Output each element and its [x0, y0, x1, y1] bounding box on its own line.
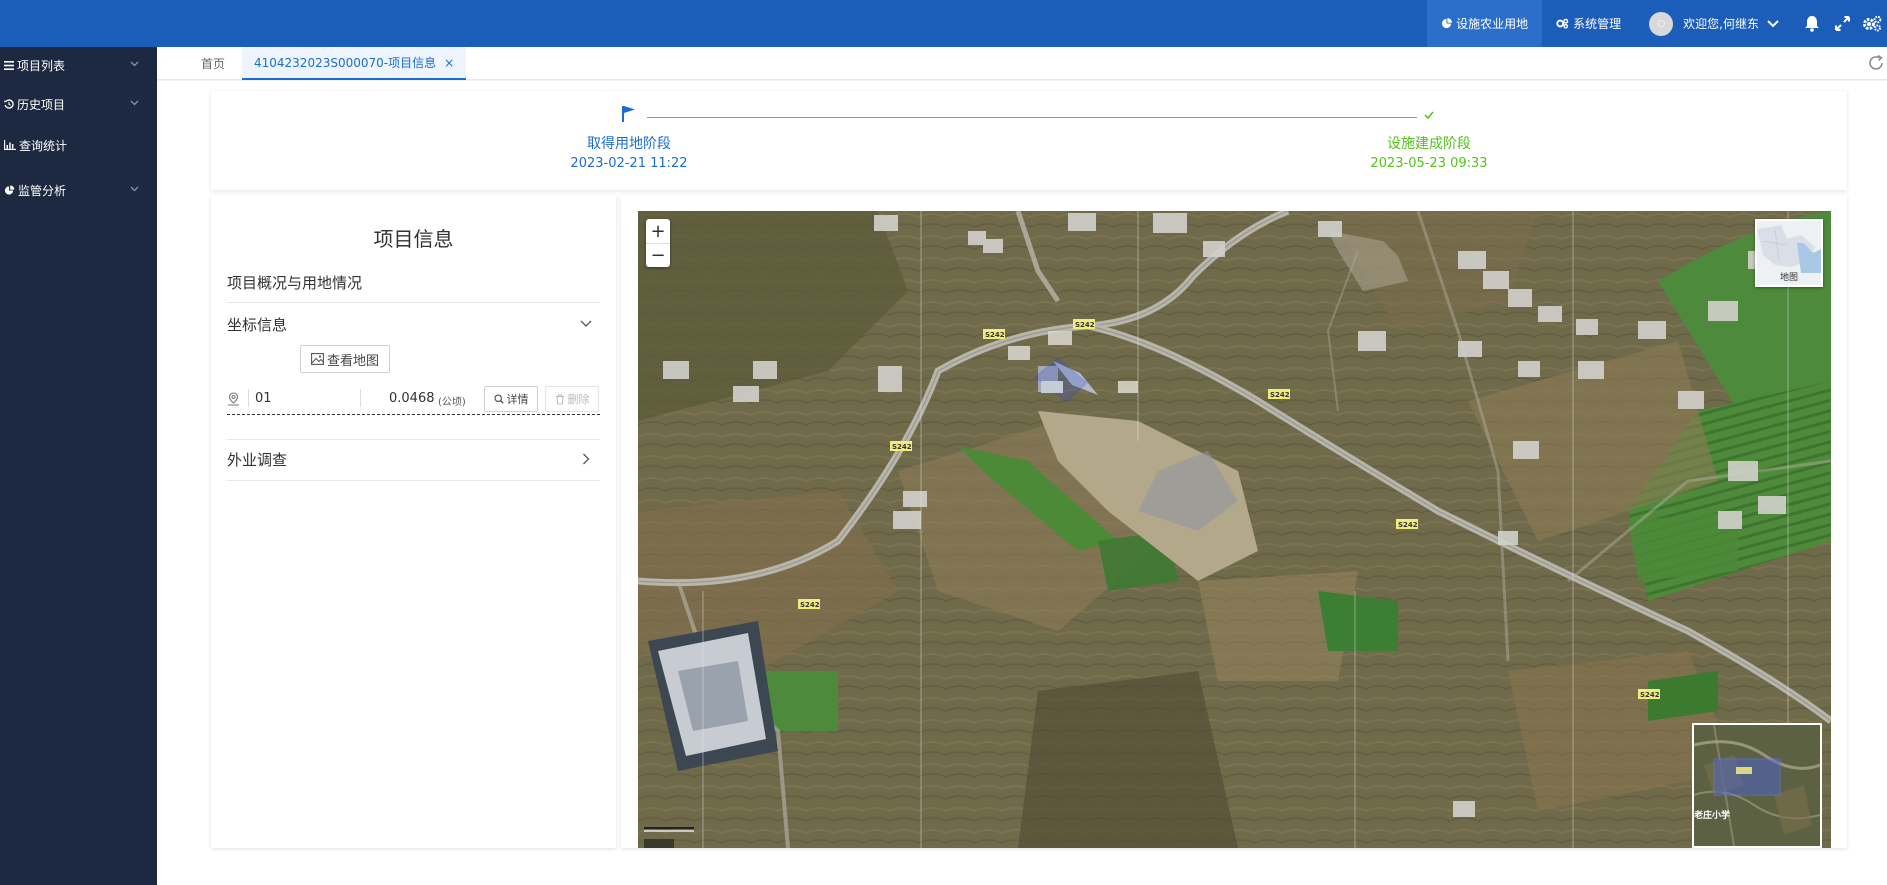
- settings-button[interactable]: [1857, 0, 1887, 47]
- map-panel: S242 S242 S242 S242 S242 S242 S242 + − 地…: [621, 195, 1847, 848]
- chevron-right-icon: [583, 453, 590, 465]
- sidebar-item-project-list[interactable]: 项目列表: [0, 52, 157, 78]
- chevron-down-icon: [130, 61, 139, 67]
- delete-label: 删除: [567, 393, 590, 406]
- step-connector: [647, 117, 1417, 118]
- stage-progress: 取得用地阶段 2023-02-21 11:22 设施建成阶段 2023-05-2…: [211, 91, 1847, 190]
- sidebar-item-label: 查询统计: [19, 138, 68, 153]
- road-label: S242: [1398, 521, 1418, 529]
- coord-section-title: 坐标信息: [227, 316, 288, 334]
- road-label: S242: [985, 331, 1005, 339]
- satellite-map[interactable]: S242 S242 S242 S242 S242 S242 S242 + − 地…: [638, 211, 1831, 848]
- list-icon: [4, 60, 14, 70]
- tab-label: 首页: [201, 57, 226, 71]
- chevron-down-icon: [1767, 19, 1779, 27]
- road-label: S242: [1075, 321, 1095, 329]
- detail-button[interactable]: 详情: [484, 386, 538, 412]
- nav-system-management[interactable]: 系统管理: [1542, 0, 1635, 47]
- sidebar: 项目列表 历史项目 查询统计 监管分析: [0, 47, 157, 885]
- overview-place-label: 老庄小学: [1694, 809, 1730, 821]
- chevron-down-icon: [130, 100, 139, 106]
- basemap-label: 地图: [1779, 273, 1798, 283]
- chevron-down-icon: [580, 320, 592, 327]
- step-name: 设施建成阶段: [1387, 136, 1471, 152]
- zoom-control: + −: [646, 219, 670, 267]
- tab-project-info[interactable]: 4104232023S000070-项目信息 ×: [242, 47, 467, 80]
- nav-facility-agri-land[interactable]: 设施农业用地: [1427, 0, 1543, 47]
- divider: [360, 389, 361, 407]
- step-facility-completed: 设施建成阶段 2023-05-23 09:33: [1329, 105, 1529, 171]
- parcel-area-unit: (公顷): [438, 397, 466, 408]
- sidebar-item-label: 历史项目: [17, 97, 66, 112]
- sidebar-item-label: 监管分析: [18, 183, 67, 198]
- tabs-bar: 首页 4104232023S000070-项目信息 ×: [157, 47, 1887, 80]
- top-nav: 设施农业用地 系统管理 ○ 欢迎您,何继东: [1427, 0, 1887, 47]
- delete-button[interactable]: 删除: [545, 386, 599, 412]
- basemap-thumbnail: [1757, 225, 1821, 273]
- sidebar-item-query-statistics[interactable]: 查询统计: [0, 132, 157, 158]
- avatar: ○: [1649, 11, 1674, 36]
- history-icon: [4, 99, 14, 109]
- check-icon: [1424, 111, 1434, 120]
- chevron-down-icon: [130, 186, 139, 192]
- top-bar: 设施农业用地 系统管理 ○ 欢迎您,何继东: [0, 0, 1887, 47]
- notification-button[interactable]: [1797, 0, 1827, 47]
- parcel-id: 01: [255, 391, 272, 406]
- detail-label: 详情: [506, 393, 529, 406]
- sidebar-item-label: 项目列表: [17, 58, 66, 73]
- image-icon: [311, 353, 324, 365]
- coord-section-header[interactable]: 坐标信息: [227, 314, 600, 335]
- flag-icon: [622, 106, 635, 122]
- divider: [248, 389, 249, 407]
- bar-chart-icon: [4, 140, 16, 150]
- overview-section[interactable]: 项目概况与用地情况: [227, 272, 362, 293]
- divider: [227, 439, 600, 440]
- divider: [227, 302, 600, 303]
- fullscreen-button[interactable]: [1827, 0, 1857, 47]
- field-survey-title: 外业调查: [227, 451, 288, 469]
- road-label: S242: [892, 443, 912, 451]
- tab-home[interactable]: 首页: [201, 47, 225, 80]
- trash-icon: [555, 394, 564, 404]
- sidebar-item-supervision-analysis[interactable]: 监管分析: [0, 177, 157, 203]
- divider: [227, 480, 600, 481]
- zoom-in-button[interactable]: +: [646, 219, 670, 243]
- overview-map[interactable]: 老庄小学: [1692, 723, 1822, 848]
- step-land-acquisition: 取得用地阶段 2023-02-21 11:22: [529, 105, 729, 171]
- step-time: 2023-05-23 09:33: [1370, 156, 1488, 171]
- gears-icon: [1556, 18, 1569, 29]
- pie-chart-icon: [4, 184, 15, 195]
- field-survey-header[interactable]: 外业调查: [227, 449, 600, 470]
- sidebar-item-history-projects[interactable]: 历史项目: [0, 91, 157, 117]
- road-label: S242: [1640, 691, 1660, 699]
- step-time: 2023-02-21 11:22: [570, 156, 688, 171]
- nav-facility-agri-land-label: 设施农业用地: [1456, 17, 1529, 31]
- road-label: S242: [800, 601, 820, 609]
- road-label: S242: [1270, 391, 1290, 399]
- bell-icon: [1805, 16, 1819, 32]
- search-icon: [493, 394, 504, 404]
- refresh-icon[interactable]: [1867, 54, 1885, 72]
- close-icon[interactable]: ×: [444, 56, 454, 70]
- pie-chart-icon: [1442, 18, 1453, 29]
- tab-label: 4104232023S000070-项目信息: [254, 56, 437, 70]
- nav-system-management-label: 系统管理: [1573, 17, 1622, 31]
- satellite-imagery: S242 S242 S242 S242 S242 S242 S242: [638, 211, 1831, 848]
- zoom-out-button[interactable]: −: [646, 243, 670, 267]
- location-pin-icon: [228, 392, 239, 406]
- view-map-label: 查看地图: [326, 353, 379, 369]
- user-menu[interactable]: ○ 欢迎您,何继东: [1635, 0, 1797, 47]
- user-greeting: 欢迎您,何继东: [1683, 17, 1759, 31]
- project-info-panel: 项目信息 项目概况与用地情况 坐标信息 查看地图 01 0.0468 (公顷) …: [211, 195, 616, 848]
- gears-icon: [1863, 15, 1882, 32]
- view-map-button[interactable]: 查看地图: [300, 345, 390, 373]
- parcel-area: 0.0468: [389, 391, 435, 406]
- expand-icon: [1834, 16, 1850, 31]
- overview-imagery: 老庄小学: [1694, 725, 1820, 846]
- step-name: 取得用地阶段: [587, 136, 671, 152]
- basemap-switch[interactable]: 地图: [1755, 219, 1823, 287]
- panel-title: 项目信息: [373, 227, 454, 251]
- parcel-row: 01 0.0468 (公顷) 详情 删除: [227, 385, 600, 415]
